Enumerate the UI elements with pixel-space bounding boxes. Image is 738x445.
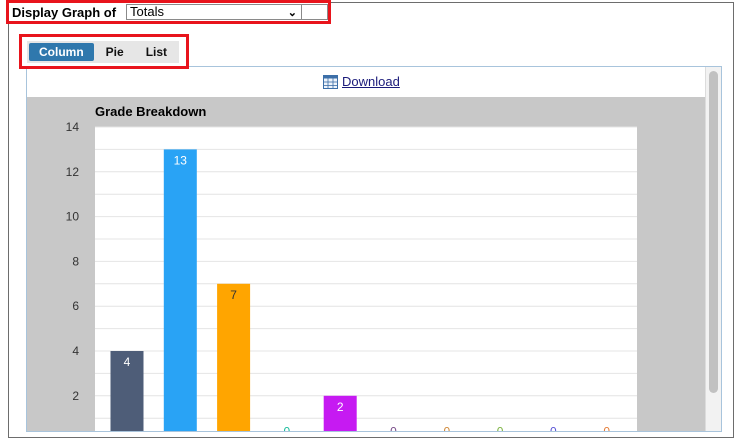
bar-value-label: 0: [550, 425, 557, 432]
chart-title: Grade Breakdown: [95, 104, 206, 119]
bar-value-label: 0: [443, 425, 450, 432]
bar-value-label: 0: [497, 425, 504, 432]
chart-background: Grade Breakdown 2 4 6 8 10 12 14 4 13 7 0 2 0 0 0 0 0: [27, 97, 707, 432]
graph-type-value: Totals: [130, 4, 164, 19]
chart-view-tabs: Column Pie List: [27, 41, 180, 63]
download-link[interactable]: Download: [323, 74, 400, 89]
vertical-scrollbar[interactable]: [705, 67, 721, 431]
chart-panel: Download Grade Breakdown 2 4 6 8 10 12 14 4 13 7 0…: [26, 66, 722, 432]
spreadsheet-icon: [323, 74, 338, 89]
graph-type-select[interactable]: Totals ⌄: [126, 4, 302, 20]
select-spacer: [302, 4, 328, 20]
scrollbar-thumb[interactable]: [709, 71, 718, 393]
bar-value-label: 0: [603, 425, 610, 432]
bar-value-label: 0: [390, 425, 397, 432]
tab-column[interactable]: Column: [29, 43, 94, 61]
bar-value-label: 4: [124, 355, 131, 369]
display-graph-label: Display Graph of: [12, 5, 117, 20]
y-tick-label: 12: [66, 165, 80, 179]
y-tick-label: 2: [72, 389, 79, 403]
bar: [217, 283, 251, 431]
y-tick-label: 10: [66, 210, 80, 224]
plot-area: 2 4 6 8 10 12 14 4 13 7 0 2 0 0 0 0 0: [66, 120, 637, 432]
y-tick-label: 8: [72, 254, 79, 268]
grade-breakdown-chart: Grade Breakdown 2 4 6 8 10 12 14 4 13 7 0 2 0 0 0 0 0: [66, 104, 637, 432]
chevron-down-icon: ⌄: [287, 7, 297, 19]
y-tick-label: 14: [66, 120, 80, 134]
y-tick-label: 4: [72, 344, 79, 358]
tab-list[interactable]: List: [135, 43, 178, 61]
bar-value-label: 7: [230, 288, 237, 302]
y-tick-label: 6: [72, 299, 79, 313]
download-label: Download: [342, 74, 400, 89]
download-bar: Download: [27, 67, 707, 97]
bar-value-label: 2: [337, 400, 344, 414]
bar-value-label: 0: [284, 425, 291, 432]
bar: [163, 149, 197, 431]
tab-pie[interactable]: Pie: [95, 43, 134, 61]
bar-value-label: 13: [174, 153, 188, 167]
